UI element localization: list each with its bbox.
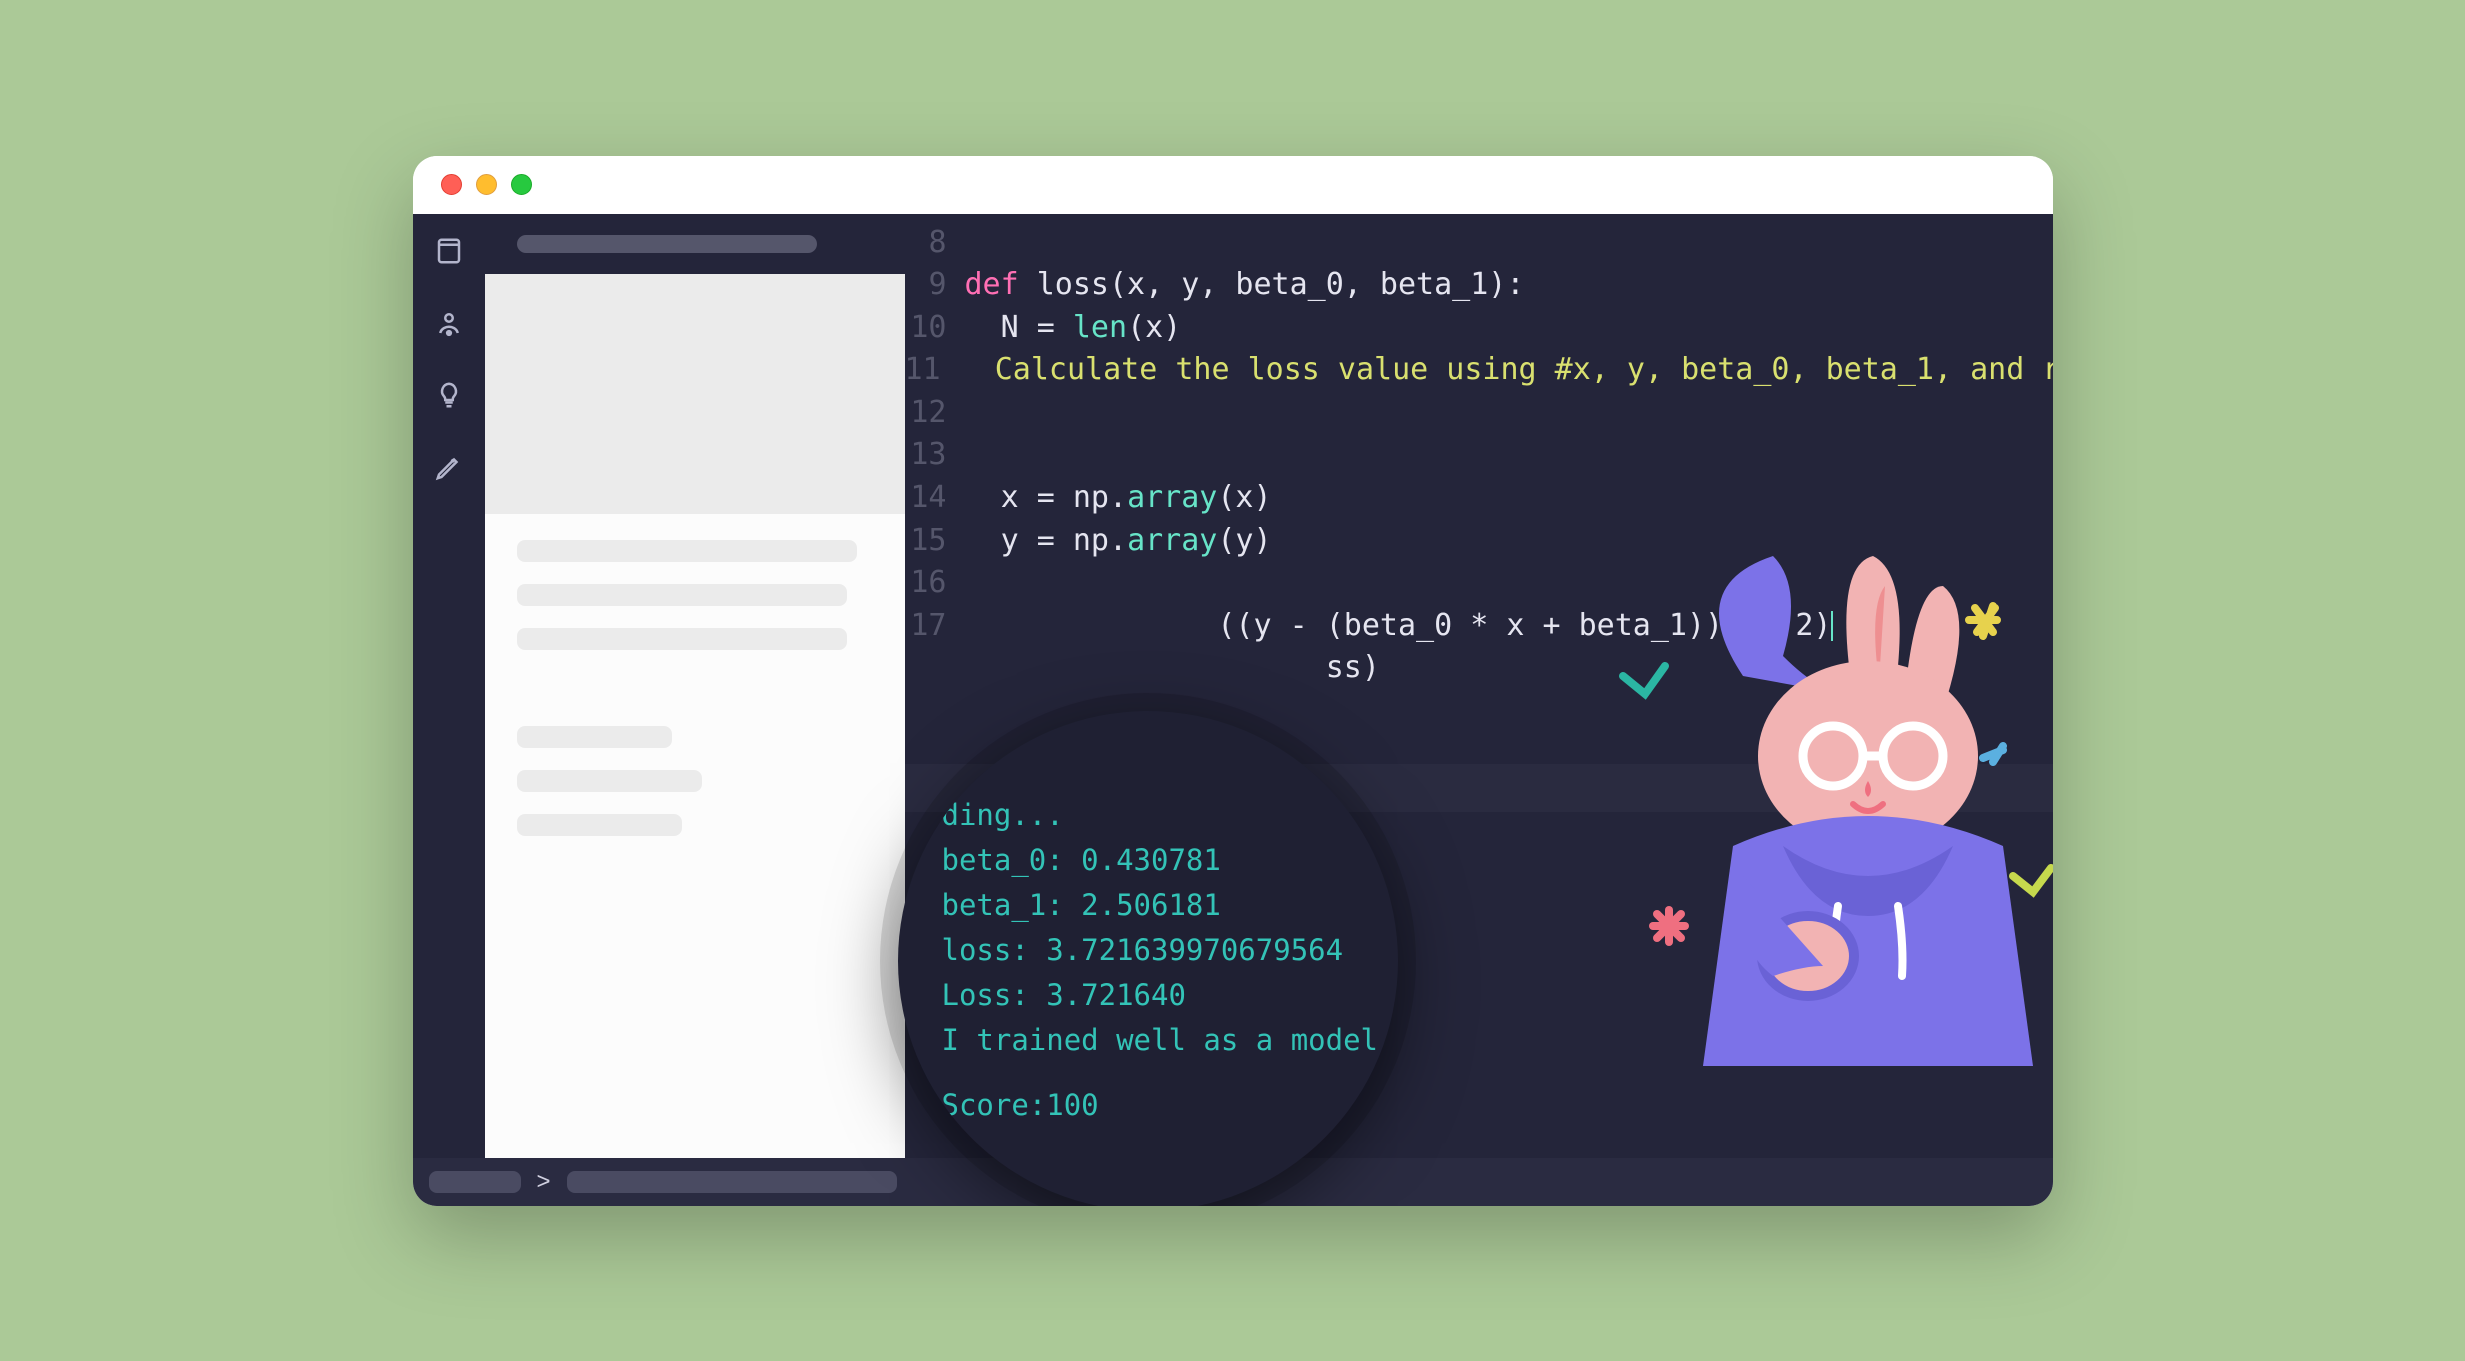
console-output-line: Loss: 3.721640 [942,973,1354,1018]
code-text: N = len(x) [965,307,1182,350]
code-line: 11 Calculate the loss value using #x, y,… [905,349,2053,392]
list-item [517,726,672,748]
app-window: 89def loss(x, y, beta_0, beta_1):10 N = … [413,156,2053,1206]
console-output-line: I trained well as a model. 100 [942,1018,1354,1063]
output-magnifier: ding...beta_0: 0.430781beta_1: 2.506181l… [898,711,1398,1206]
side-panel-list [485,514,905,862]
person-pin-icon[interactable] [432,306,466,340]
code-line: 14 x = np.array(x) [905,477,2053,520]
side-panel-title-placeholder [517,235,817,253]
console-output-line: Score:100 [942,1083,1354,1128]
side-panel [485,214,905,1158]
title-bar [413,156,2053,214]
code-line: 10 N = len(x) [905,307,2053,350]
code-line: 9def loss(x, y, beta_0, beta_1): [905,264,2053,307]
console-output-line: loss: 3.721639970679564 [942,928,1354,973]
code-text: Calculate the loss value using #x, y, be… [959,349,2053,392]
line-number: 9 [905,264,965,307]
code-line: 8 [905,222,2053,265]
code-line: 12 [905,392,2053,435]
line-number: 10 [905,307,965,350]
list-item [517,540,857,562]
book-icon[interactable] [432,234,466,268]
code-text: ss) [965,647,1380,690]
line-number: 11 [905,349,959,392]
bunny-mascot [1593,546,2053,1066]
code-text: y = np.array(y) [965,520,1272,563]
list-item [517,770,702,792]
line-number: 17 [905,605,965,648]
console-output-line: ding... [942,793,1354,838]
line-number: 14 [905,477,965,520]
close-icon[interactable] [441,174,462,195]
console-output-line: beta_0: 0.430781 [942,838,1354,883]
line-number: 16 [905,562,965,605]
console-output-line: beta_1: 2.506181 [942,883,1354,928]
code-text: x = np.array(x) [965,477,1272,520]
code-line: 13 [905,434,2053,477]
side-panel-tab[interactable] [485,214,905,274]
pencil-icon[interactable] [432,450,466,484]
line-number: 13 [905,434,965,477]
status-placeholder [567,1171,897,1193]
maximize-icon[interactable] [511,174,532,195]
activity-bar [413,214,485,1158]
lightbulb-icon[interactable] [432,378,466,412]
line-number [905,647,965,690]
code-text: def loss(x, y, beta_0, beta_1): [965,264,1525,307]
list-item [517,584,847,606]
line-number: 15 [905,520,965,563]
side-panel-hero-placeholder [485,274,905,514]
status-placeholder [429,1171,521,1193]
chevron-right-icon: > [537,1168,551,1196]
minimize-icon[interactable] [476,174,497,195]
list-item [517,814,682,836]
list-item [517,628,847,650]
line-number: 12 [905,392,965,435]
line-number: 8 [905,222,965,265]
